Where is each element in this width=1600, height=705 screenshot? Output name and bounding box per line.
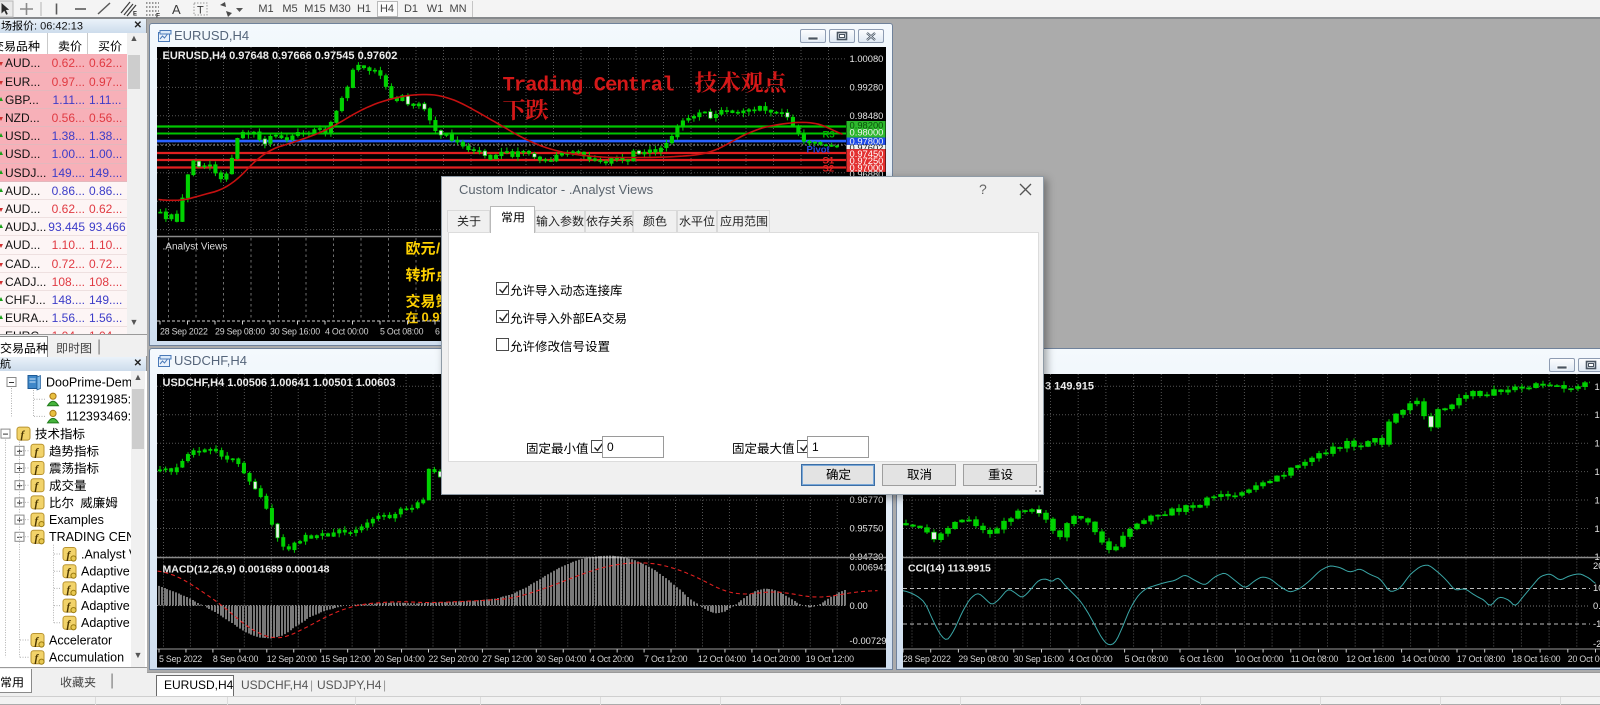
svg-text:30 Sep 04:00: 30 Sep 04:00 [536, 654, 586, 664]
svg-text:29 Sep 08:00: 29 Sep 08:00 [215, 326, 265, 336]
svg-text:DooPrime-Demo: DooPrime-Demo [46, 375, 131, 389]
svg-text:TRADING CENTl: TRADING CENTl [49, 530, 131, 544]
svg-text:29 Sep 08:00: 29 Sep 08:00 [958, 654, 1008, 664]
svg-text:Examples: Examples [49, 513, 104, 527]
svg-text:.Analyst Views: .Analyst Views [163, 241, 228, 252]
svg-text:0.006941: 0.006941 [850, 562, 887, 573]
svg-text:19 Oct 12:00: 19 Oct 12:00 [806, 654, 854, 664]
svg-text:28 Sep 2022: 28 Sep 2022 [160, 326, 208, 336]
svg-text:MACD(12,26,9) 0.001689 0.00014: MACD(12,26,9) 0.001689 0.000148 [163, 564, 330, 576]
svg-text:6 Oct 16:00: 6 Oct 16:00 [1180, 654, 1224, 664]
svg-text:20 Sep 04:00: 20 Sep 04:00 [375, 654, 425, 664]
svg-text:CCI(14) 113.9915: CCI(14) 113.9915 [908, 563, 991, 575]
svg-text:5 Oct 08:00: 5 Oct 08:00 [1125, 654, 1169, 664]
svg-text:7 Oct 12:00: 7 Oct 12:00 [644, 654, 688, 664]
svg-text:0.94730: 0.94730 [850, 551, 884, 562]
svg-text:5 Oct 08:00: 5 Oct 08:00 [380, 326, 424, 336]
svg-text:149: 149 [1595, 381, 1600, 392]
svg-text:-200: -200 [1593, 638, 1600, 649]
svg-text:28 Sep 2022: 28 Sep 2022 [903, 654, 951, 664]
svg-text:14 Oct 00:00: 14 Oct 00:00 [1402, 654, 1450, 664]
svg-text:S2: S2 [823, 163, 835, 174]
svg-text:149: 149 [1595, 409, 1600, 420]
svg-text:14 Oct 20:00: 14 Oct 20:00 [752, 654, 800, 664]
svg-text:30 Sep 16:00: 30 Sep 16:00 [270, 326, 320, 336]
svg-text:15 Sep 12:00: 15 Sep 12:00 [321, 654, 371, 664]
svg-text:EURUSD,H4 0.97648 0.97666 0.97: EURUSD,H4 0.97648 0.97666 0.97545 0.9760… [163, 50, 398, 62]
svg-text:18 Oct 16:00: 18 Oct 16:00 [1512, 654, 1560, 664]
svg-text:Accumulation: Accumulation [49, 651, 124, 665]
svg-text:Adaptive Can: Adaptive Can [81, 565, 131, 579]
svg-text:T: T [197, 5, 204, 17]
svg-text:17 Oct 08:00: 17 Oct 08:00 [1457, 654, 1505, 664]
svg-text:22 Sep 20:00: 22 Sep 20:00 [429, 654, 479, 664]
svg-text:E: E [133, 12, 137, 18]
svg-text:12 Oct 16:00: 12 Oct 16:00 [1346, 654, 1394, 664]
svg-text:3 149.915: 3 149.915 [1045, 381, 1094, 393]
svg-text:5 Sep 2022: 5 Sep 2022 [159, 654, 202, 664]
svg-text:0.00: 0.00 [850, 600, 868, 611]
svg-text:30 Sep 16:00: 30 Sep 16:00 [1014, 654, 1064, 664]
svg-text:Pivot: Pivot [807, 144, 831, 155]
svg-text:20 Oct 00:00: 20 Oct 00:00 [1568, 654, 1600, 664]
svg-text:-0.007292: -0.007292 [850, 635, 887, 646]
svg-text:4 Oct 00:00: 4 Oct 00:00 [1069, 654, 1113, 664]
svg-text:USDCHF,H4 1.00506 1.00641 1.00: USDCHF,H4 1.00506 1.00641 1.00501 1.0060… [163, 377, 396, 389]
svg-text:Accelerator: Accelerator [49, 633, 112, 647]
svg-text:12 Sep 20:00: 12 Sep 20:00 [267, 654, 317, 664]
svg-text:4 Oct 20:00: 4 Oct 20:00 [590, 654, 634, 664]
svg-text:8 Sep 04:00: 8 Sep 04:00 [213, 654, 259, 664]
svg-text:0.95750: 0.95750 [850, 523, 884, 534]
svg-text:149: 149 [1595, 438, 1600, 449]
svg-text:1.00080: 1.00080 [850, 53, 884, 64]
svg-text:F: F [156, 13, 160, 19]
svg-text:0.99280: 0.99280 [850, 81, 884, 92]
svg-text:27 Sep 12:00: 27 Sep 12:00 [482, 654, 532, 664]
svg-text:-100: -100 [1593, 618, 1600, 629]
svg-text:12 Oct 04:00: 12 Oct 04:00 [698, 654, 746, 664]
svg-text:Adaptive Div: Adaptive Div [81, 599, 131, 613]
svg-text:149: 149 [1595, 466, 1600, 477]
svg-text:4 Oct 00:00: 4 Oct 00:00 [325, 326, 369, 336]
svg-text:.Analyst View: .Analyst View [81, 547, 131, 561]
svg-text:Adaptive Div: Adaptive Div [81, 616, 131, 630]
svg-text:149: 149 [1595, 494, 1600, 505]
svg-text:R3: R3 [823, 129, 835, 140]
svg-text:0.0000: 0.0000 [1593, 600, 1600, 611]
svg-text:Trading Central: Trading Central [503, 74, 675, 97]
svg-text:0.96770: 0.96770 [850, 494, 884, 505]
svg-text:100: 100 [1593, 582, 1600, 593]
svg-text:Adaptive Div: Adaptive Div [81, 582, 131, 596]
svg-text:11 Oct 08:00: 11 Oct 08:00 [1291, 654, 1339, 664]
svg-text:200: 200 [1593, 560, 1600, 571]
svg-text:149: 149 [1595, 523, 1600, 534]
svg-text:10 Oct 00:00: 10 Oct 00:00 [1235, 654, 1283, 664]
svg-text:112393469: l: 112393469: l [66, 410, 131, 424]
svg-text:112391985: l: 112391985: l [66, 393, 131, 407]
svg-text:A: A [172, 2, 181, 17]
